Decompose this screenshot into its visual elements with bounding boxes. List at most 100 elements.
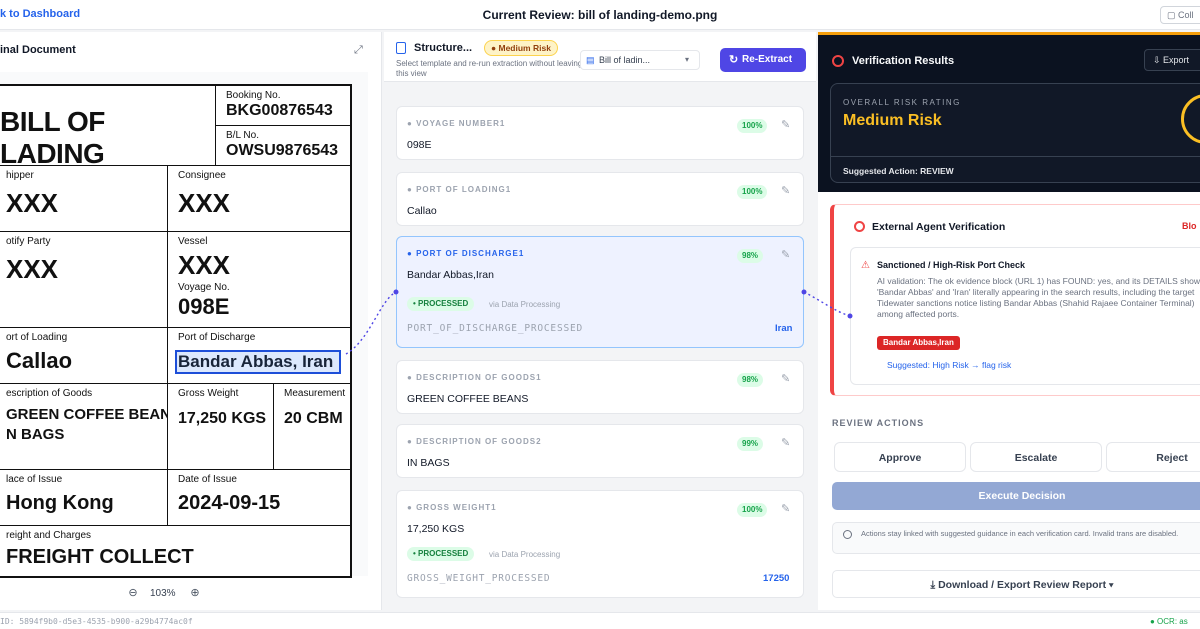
collapse-label: Coll: [1178, 10, 1194, 20]
risk-rating-card: OVERALL RISK RATING Medium Risk Suggeste…: [830, 83, 1200, 183]
consignee-value: XXX: [178, 188, 231, 218]
page-title: Current Review: bill of landing-demo.png: [482, 8, 718, 22]
suggested-link[interactable]: Suggested: High Risk → flag risk: [887, 360, 1011, 370]
review-actions-label: REVIEW ACTIONS: [832, 418, 925, 428]
gross-label: Gross Weight: [178, 388, 239, 399]
confidence-badge: 98%: [737, 373, 764, 387]
edit-icon[interactable]: ✎: [781, 502, 790, 515]
voyage-label: Voyage No.: [178, 282, 230, 293]
risk-badge: ● Medium Risk: [484, 40, 558, 56]
edit-icon[interactable]: ✎: [781, 118, 790, 131]
processed-value: 17250: [763, 573, 790, 584]
risk-dot-icon: ●: [491, 43, 499, 53]
edit-icon[interactable]: ✎: [781, 184, 790, 197]
expand-icon[interactable]: ⤢: [354, 44, 366, 56]
zoom-out-icon[interactable]: ⊖: [126, 586, 140, 600]
voyage-value: 098E: [178, 294, 230, 319]
risk-rating-label: OVERALL RISK RATING: [843, 98, 961, 107]
chevron-down-icon: ▾: [685, 55, 690, 64]
edit-icon[interactable]: ✎: [781, 436, 790, 449]
notify-label: otify Party: [6, 236, 51, 247]
bl-cell: B/L No. OWSU9876543: [216, 126, 352, 166]
measurement-cell: Measurement 20 CBM: [274, 384, 352, 470]
freight-value: FREIGHT COLLECT: [6, 546, 194, 568]
confidence-badge: 100%: [737, 119, 768, 133]
field-card-description-of-goods-1[interactable]: ● DESCRIPTION OF GOODS1 98% ✎ GREEN COFF…: [396, 360, 804, 414]
field-label: ● DESCRIPTION OF GOODS2: [407, 437, 542, 446]
template-value: Bill of ladin...: [599, 55, 651, 65]
reject-button[interactable]: Reject: [1106, 442, 1200, 472]
warning-icon: ⚠: [861, 260, 870, 271]
download-report-button[interactable]: ⤓ Download / Export Review Report ▾: [832, 570, 1200, 598]
vessel-label: Vessel: [178, 236, 208, 247]
suggested-action: Suggested Action: REVIEW: [831, 156, 1200, 184]
document-viewer[interactable]: BILL OF LADING Booking No. BKG00876543 B…: [0, 72, 368, 578]
zoom-controls: ⊖ 103% ⊕: [0, 584, 368, 604]
zoom-in-icon[interactable]: ⊕: [188, 586, 202, 600]
export-icon: ⇩: [1153, 55, 1164, 65]
field-value: Bandar Abbas,Iran: [407, 269, 494, 281]
risk-gauge-icon: [1181, 94, 1200, 144]
field-value: Callao: [407, 205, 437, 217]
vessel-cell: Vessel XXX Voyage No. 098E: [168, 232, 352, 328]
export-button[interactable]: ⇩ Export: [1144, 49, 1200, 71]
edit-icon[interactable]: ✎: [781, 248, 790, 261]
approve-button[interactable]: Approve: [834, 442, 966, 472]
date-of-issue-cell: Date of Issue 2024-09-15: [168, 470, 352, 526]
actions-note-text: Actions stay linked with suggested guida…: [861, 529, 1179, 538]
execute-decision-button[interactable]: Execute Decision: [832, 482, 1200, 510]
field-card-voyage-number[interactable]: ● VOYAGE NUMBER1 100% ✎ 098E: [396, 106, 804, 160]
confidence-badge: 100%: [737, 185, 768, 199]
re-extract-button[interactable]: ↻ Re-Extract: [720, 48, 806, 72]
original-document-title: inal Document: [0, 44, 76, 56]
info-icon: [843, 530, 852, 539]
structured-subtitle: Select template and re-run extraction wi…: [396, 59, 583, 78]
doi-value: 2024-09-15: [178, 492, 281, 514]
poi-label: lace of Issue: [6, 474, 63, 485]
verification-header: Verification Results ⇩ Export OVERALL RI…: [818, 32, 1200, 192]
pol-label: ort of Loading: [6, 332, 68, 343]
download-label: Download / Export Review Report: [938, 579, 1107, 591]
pod-label: Port of Discharge: [178, 332, 256, 343]
field-card-description-of-goods-2[interactable]: ● DESCRIPTION OF GOODS2 99% ✎ IN BAGS: [396, 424, 804, 478]
template-select[interactable]: ▤ Bill of ladin... ▾: [580, 50, 700, 70]
zoom-level: 103%: [150, 588, 176, 599]
status-bar: ID: 5894f9b0-d5e3-4535-b900-a29b4774ac0f…: [0, 612, 1200, 629]
shipper-label: hipper: [6, 170, 34, 181]
field-card-port-of-discharge[interactable]: ● PORT OF DISCHARGE1 98% ✎ Bandar Abbas,…: [396, 236, 804, 348]
collapse-button[interactable]: ▢ Coll: [1160, 6, 1200, 24]
vessel-value: XXX: [178, 250, 231, 280]
verification-panel: Verification Results ⇩ Export OVERALL RI…: [818, 32, 1200, 610]
processed-badge: • PROCESSED: [407, 297, 475, 311]
verification-title: Verification Results: [852, 55, 955, 67]
processed-key: PORT_OF_DISCHARGE_PROCESSED: [407, 323, 584, 334]
notify-party-cell: otify Party XXX: [0, 232, 168, 328]
processed-via: via Data Processing: [489, 300, 561, 309]
ocr-status: ● OCR: as: [1150, 617, 1188, 626]
field-value: IN BAGS: [407, 457, 450, 469]
port-check-card: ⚠ Sanctioned / High-Risk Port Check AI v…: [850, 247, 1200, 385]
processed-via: via Data Processing: [489, 550, 561, 559]
consignee-label: Consignee: [178, 170, 226, 181]
port-of-loading-cell: ort of Loading Callao: [0, 328, 168, 384]
notify-value: XXX: [6, 254, 59, 284]
top-bar: k to Dashboard Current Review: bill of l…: [0, 0, 1200, 30]
field-card-port-of-loading[interactable]: ● PORT OF LOADING1 100% ✎ Callao: [396, 172, 804, 226]
export-label: Export: [1163, 55, 1190, 65]
shipper-cell: hipper XXX: [0, 166, 168, 232]
re-extract-label: Re-Extract: [742, 54, 793, 65]
goods-label: escription of Goods: [6, 388, 93, 399]
field-card-gross-weight[interactable]: ● GROSS WEIGHT1 100% ✎ 17,250 KGS • PROC…: [396, 490, 804, 598]
port-check-text: AI validation: The ok evidence block (UR…: [877, 276, 1200, 319]
external-agent-card: External Agent Verification Blo ⚠ Sancti…: [830, 204, 1200, 396]
confidence-badge: 100%: [737, 503, 768, 517]
extraction-highlight: [175, 350, 341, 374]
escalate-button[interactable]: Escalate: [970, 442, 1102, 472]
edit-icon[interactable]: ✎: [781, 372, 790, 385]
bl-value: OWSU9876543: [226, 142, 339, 159]
review-id: ID: 5894f9b0-d5e3-4535-b900-a29b4774ac0f: [0, 617, 193, 626]
risk-rating-value: Medium Risk: [843, 112, 942, 129]
port-check-title: Sanctioned / High-Risk Port Check: [877, 260, 1026, 270]
pol-value: Callao: [6, 348, 73, 373]
original-document-panel: inal Document ⤢ BILL OF LADING Booking N…: [0, 32, 382, 610]
